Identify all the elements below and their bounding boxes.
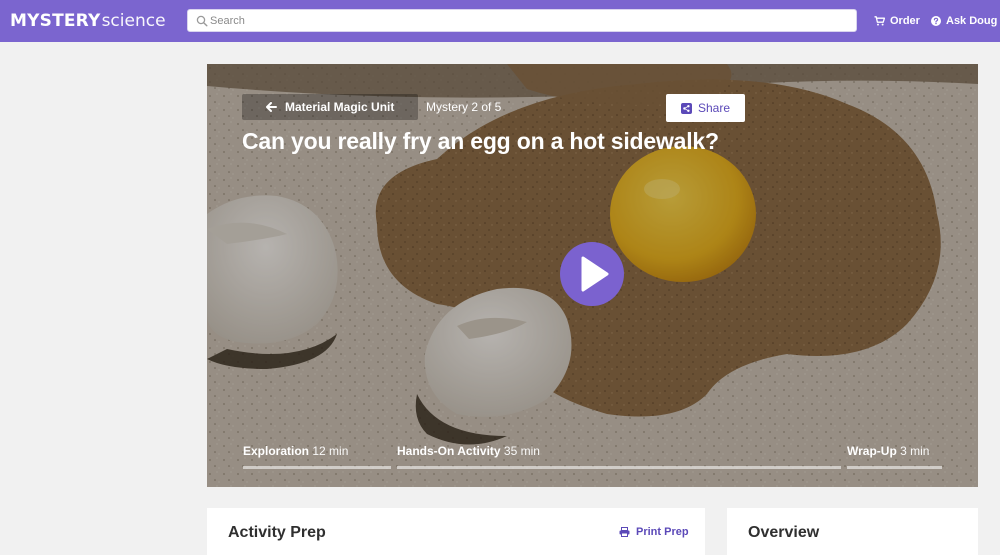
play-video-button[interactable] xyxy=(560,242,624,306)
lesson-hero-video: Material Magic Unit Mystery 2 of 5 Share… xyxy=(207,64,978,487)
search-icon xyxy=(196,15,208,27)
segment-name: Exploration xyxy=(243,444,310,458)
print-prep-label: Print Prep xyxy=(636,526,689,538)
share-icon xyxy=(680,102,692,114)
logo-wordmark-light: science xyxy=(101,11,166,31)
mystery-science-logo[interactable]: MYSTERY science xyxy=(10,11,166,31)
segment-time: 35 min xyxy=(503,444,540,458)
share-label: Share xyxy=(697,101,731,115)
arrow-left-icon xyxy=(266,102,277,112)
segment-bar-wrap-up[interactable] xyxy=(847,466,942,469)
overview-title: Overview xyxy=(748,524,820,541)
top-nav-bar: MYSTERY science Order Ask Doug xyxy=(0,0,1000,42)
overview-card: Overview xyxy=(727,508,978,555)
printer-icon xyxy=(619,527,630,537)
cart-icon xyxy=(874,16,885,26)
search-box[interactable] xyxy=(187,9,857,32)
unit-label: Material Magic Unit xyxy=(285,100,395,114)
segment-bar-exploration[interactable] xyxy=(243,466,391,469)
segment-name: Wrap-Up xyxy=(847,444,897,458)
segment-time: 3 min xyxy=(900,444,930,458)
logo-wordmark-strong: MYSTERY xyxy=(10,11,101,31)
order-label: Order xyxy=(890,15,920,27)
activity-prep-card: Activity Prep Print Prep xyxy=(207,508,705,555)
play-icon xyxy=(581,256,609,292)
mystery-count: Mystery 2 of 5 xyxy=(426,100,502,114)
order-link[interactable]: Order xyxy=(874,13,920,29)
print-prep-link[interactable]: Print Prep xyxy=(619,526,689,538)
share-button[interactable]: Share xyxy=(666,94,745,122)
lesson-title: Can you really fry an egg on a hot sidew… xyxy=(242,128,719,154)
search-input[interactable] xyxy=(210,10,850,31)
question-icon xyxy=(931,16,941,26)
segment-bar-hands-on-activity[interactable] xyxy=(397,466,841,469)
material-magic-unit-button[interactable]: Material Magic Unit xyxy=(242,94,418,120)
ask-doug-label: Ask Doug xyxy=(946,15,998,27)
activity-prep-title: Activity Prep xyxy=(228,524,326,541)
segment-time: 12 min xyxy=(312,444,349,458)
segment-name: Hands-On Activity xyxy=(397,444,501,458)
ask-doug-link[interactable]: Ask Doug xyxy=(931,13,997,29)
